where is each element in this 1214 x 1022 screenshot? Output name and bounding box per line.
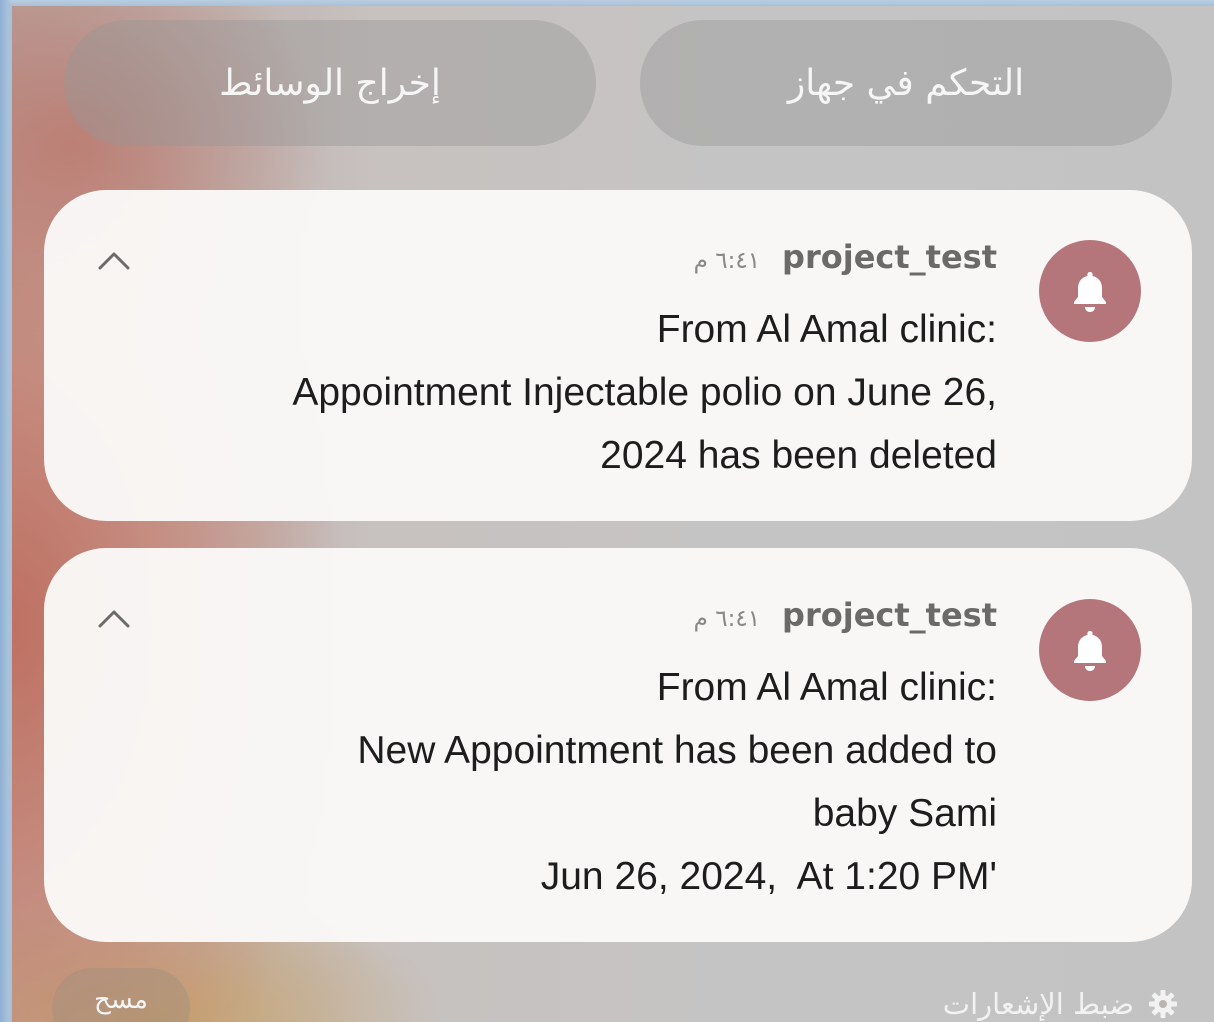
notification-line: From Al Amal clinic: xyxy=(656,666,997,709)
notification-line: 2024 has been deleted xyxy=(600,434,997,477)
notification-line: New Appointment has been added to xyxy=(357,729,997,772)
notification-panel: إخراج الوسائط التحكم في جهاز ٦:٤١ م proj… xyxy=(12,6,1214,1022)
app-icon xyxy=(1039,599,1141,701)
notification-time: ٦:٤١ م xyxy=(693,606,761,632)
device-control-label: التحكم في جهاز xyxy=(787,62,1025,104)
chevron-up-icon[interactable] xyxy=(96,248,132,272)
notification-settings-label: ضبط الإشعارات xyxy=(942,987,1134,1021)
notification-line: Jun 26, 2024, At 1:20 PM' xyxy=(540,855,997,898)
gear-icon xyxy=(1149,990,1177,1018)
notification-header: ٦:٤١ م project_test xyxy=(694,596,997,642)
media-output-label: إخراج الوسائط xyxy=(219,62,441,104)
notification-card[interactable]: ٦:٤١ م project_test From Al Amal clinic:… xyxy=(44,548,1192,942)
clear-button[interactable]: مسح xyxy=(52,968,190,1022)
notification-line: From Al Amal clinic: xyxy=(656,308,997,351)
notification-app-name: project_test xyxy=(782,238,997,276)
notification-time: ٦:٤١ م xyxy=(693,248,761,274)
bell-icon xyxy=(1074,272,1106,312)
chevron-up-icon[interactable] xyxy=(96,606,132,630)
media-output-button[interactable]: إخراج الوسائط xyxy=(64,20,596,146)
notification-body: From Al Amal clinic: Appointment Injecta… xyxy=(117,298,997,487)
clear-label: مسح xyxy=(94,985,148,1015)
notification-settings-button[interactable]: ضبط الإشعارات xyxy=(943,980,1178,1022)
notification-line: Appointment Injectable polio on June 26, xyxy=(292,371,997,414)
notification-app-name: project_test xyxy=(782,596,997,634)
notification-line: baby Sami xyxy=(812,792,997,835)
notification-card[interactable]: ٦:٤١ م project_test From Al Amal clinic:… xyxy=(44,190,1192,521)
app-icon xyxy=(1039,240,1141,342)
notification-header: ٦:٤١ م project_test xyxy=(694,238,997,284)
device-control-button[interactable]: التحكم في جهاز xyxy=(640,20,1172,146)
notification-body: From Al Amal clinic: New Appointment has… xyxy=(117,656,997,908)
bell-icon xyxy=(1074,631,1106,671)
